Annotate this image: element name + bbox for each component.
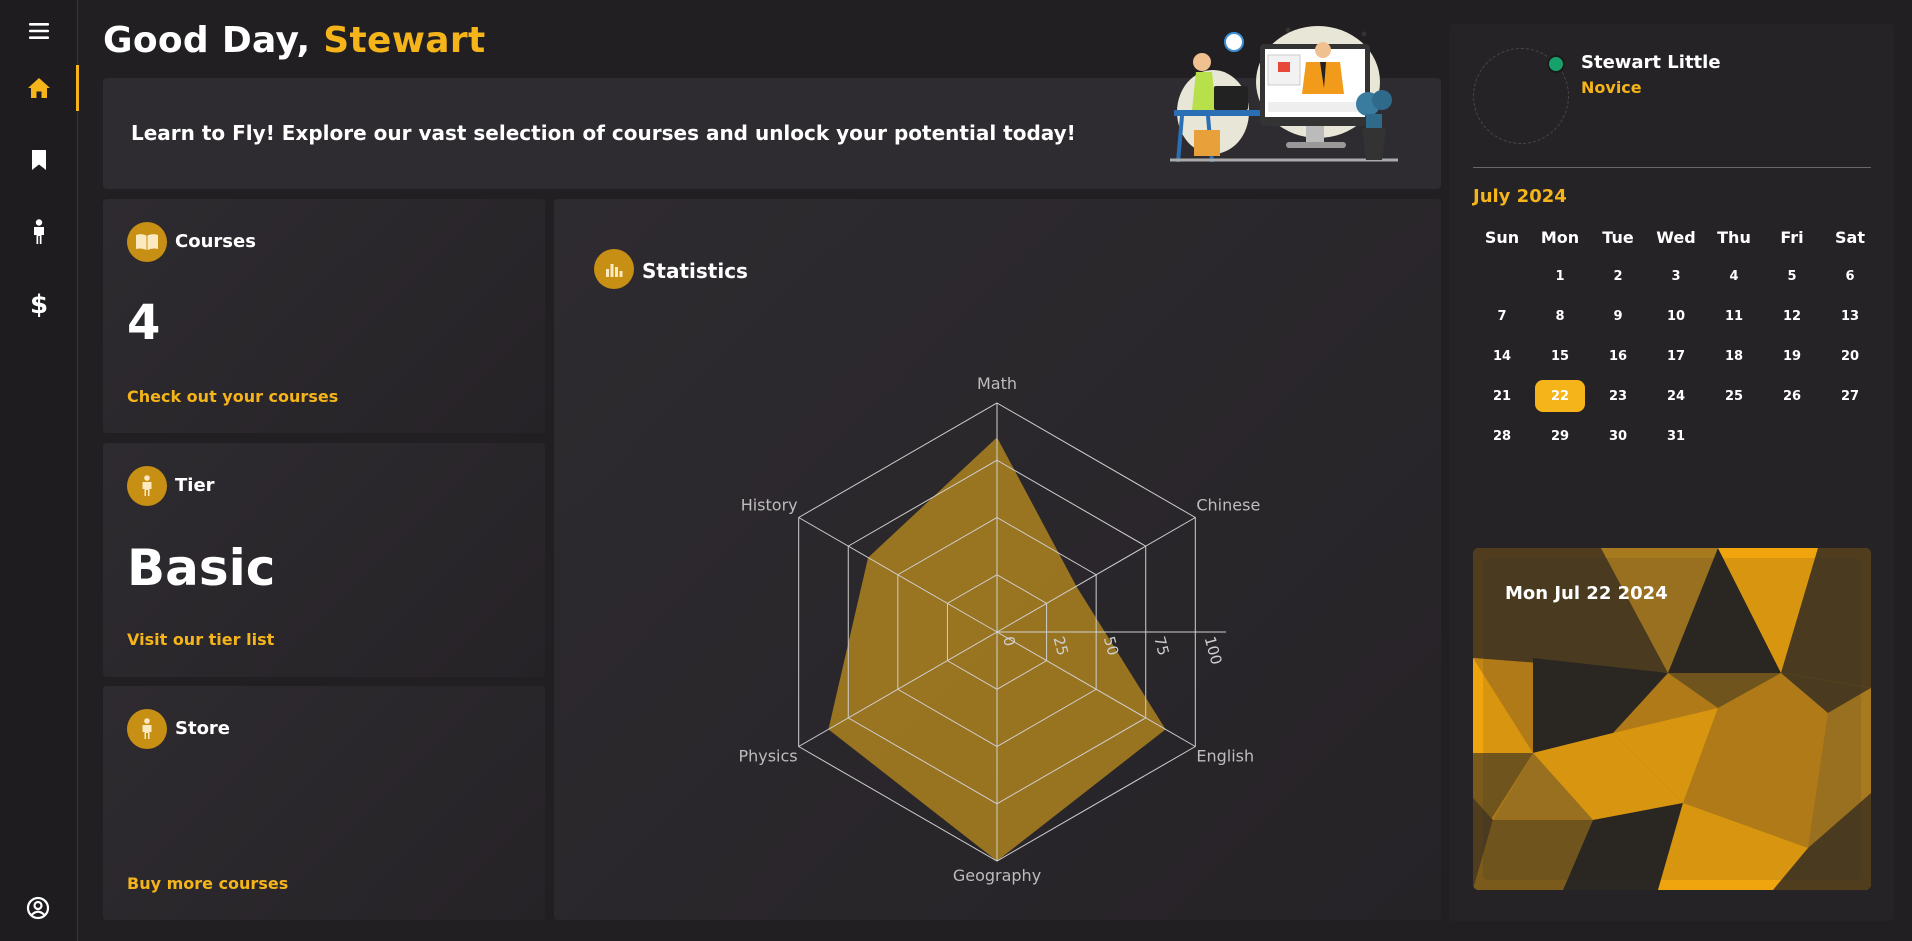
calendar-weekday: Sun bbox=[1484, 227, 1520, 247]
calendar-day[interactable]: 8 bbox=[1531, 296, 1589, 336]
home-icon bbox=[28, 78, 50, 98]
calendar-day[interactable]: 16 bbox=[1589, 336, 1647, 376]
buy-courses-link[interactable]: Buy more courses bbox=[127, 874, 288, 893]
tier-icon-badge bbox=[127, 466, 167, 506]
calendar-day[interactable]: 12 bbox=[1763, 296, 1821, 336]
calendar-day[interactable]: 30 bbox=[1589, 416, 1647, 456]
person-icon bbox=[142, 475, 152, 496]
calendar-day[interactable]: 17 bbox=[1647, 336, 1705, 376]
bookmark-icon bbox=[32, 150, 46, 170]
sidebar: $ bbox=[0, 0, 79, 941]
person-icon bbox=[142, 718, 152, 739]
divider bbox=[1473, 167, 1871, 168]
sidebar-item-pricing[interactable]: $ bbox=[0, 279, 78, 329]
tier-title: Tier bbox=[175, 475, 215, 496]
calendar-day[interactable]: 5 bbox=[1763, 256, 1821, 296]
calendar-weekday: Wed bbox=[1656, 227, 1696, 247]
menu-icon bbox=[29, 23, 49, 39]
store-card: Store Buy more courses bbox=[103, 686, 545, 920]
store-title: Store bbox=[175, 718, 231, 739]
profile-panel: Stewart Little Novice July 2024 Sun Mon Tu… bbox=[1449, 24, 1894, 921]
greeting-text: Good Day, bbox=[103, 20, 311, 61]
calendar-weekday: Fri bbox=[1780, 227, 1804, 247]
radar-category-label: English bbox=[1196, 747, 1254, 766]
calendar-weekday: Thu bbox=[1717, 227, 1751, 247]
calendar-day[interactable]: 19 bbox=[1763, 336, 1821, 376]
radar-category-label: Math bbox=[977, 374, 1017, 393]
courses-icon-badge bbox=[127, 222, 167, 262]
statistics-card: Statistics 0 25 50 75 100 Math Chinese English G… bbox=[554, 199, 1441, 920]
calendar-day[interactable]: 13 bbox=[1821, 296, 1879, 336]
calendar-day[interactable]: 25 bbox=[1705, 376, 1763, 416]
store-icon-badge bbox=[127, 709, 167, 749]
menu-button[interactable] bbox=[0, 6, 78, 56]
calendar-day[interactable]: 7 bbox=[1473, 296, 1531, 336]
calendar-day[interactable]: 18 bbox=[1705, 336, 1763, 376]
radar-category-label: History bbox=[741, 496, 798, 515]
calendar-day[interactable]: 2 bbox=[1589, 256, 1647, 296]
calendar-day[interactable]: 27 bbox=[1821, 376, 1879, 416]
courses-card: Courses 4 Check out your courses bbox=[103, 199, 545, 433]
courses-count: 4 bbox=[127, 295, 161, 351]
calendar-day[interactable]: 21 bbox=[1473, 376, 1531, 416]
online-class-illustration bbox=[1170, 26, 1398, 163]
sidebar-item-bookmarks[interactable] bbox=[0, 135, 78, 185]
radar-tick-label: 100 bbox=[1201, 634, 1226, 666]
calendar-day[interactable]: 10 bbox=[1647, 296, 1705, 336]
calendar-day-selected[interactable]: 22 bbox=[1531, 376, 1589, 416]
profile-rank: Novice bbox=[1581, 78, 1642, 97]
account-button[interactable] bbox=[26, 896, 50, 924]
profile-name: Stewart Little bbox=[1581, 52, 1721, 73]
calendar-day[interactable]: 24 bbox=[1647, 376, 1705, 416]
tier-list-link[interactable]: Visit our tier list bbox=[127, 630, 274, 649]
dollar-icon: $ bbox=[30, 290, 48, 318]
greeting-user-name: Stewart bbox=[323, 20, 486, 61]
calendar-day[interactable]: 29 bbox=[1531, 416, 1589, 456]
calendar-day[interactable]: 14 bbox=[1473, 336, 1531, 376]
calendar-weekday: Mon bbox=[1540, 227, 1580, 247]
tier-card: Tier Basic Visit our tier list bbox=[103, 443, 545, 677]
calendar-day[interactable]: 15 bbox=[1531, 336, 1589, 376]
radar-tick-label: 75 bbox=[1150, 634, 1172, 657]
calendar-day[interactable]: 28 bbox=[1473, 416, 1531, 456]
radar-category-label: Geography bbox=[953, 866, 1041, 885]
calendar-day[interactable]: 9 bbox=[1589, 296, 1647, 336]
calendar-weekday: Sat bbox=[1835, 227, 1865, 247]
banner-text: Learn to Fly! Explore our vast selection… bbox=[131, 121, 1076, 145]
radar-category-label: Chinese bbox=[1196, 496, 1260, 515]
user-circle-icon bbox=[26, 896, 50, 920]
calendar-day[interactable]: 23 bbox=[1589, 376, 1647, 416]
calendar-day[interactable]: 1 bbox=[1531, 256, 1589, 296]
online-status-indicator bbox=[1547, 55, 1565, 73]
page-title: Good Day, Stewart bbox=[103, 20, 485, 61]
calendar-day[interactable]: 6 bbox=[1821, 256, 1879, 296]
radar-chart: 0 25 50 75 100MathChineseEnglishGeographyPhy… bbox=[738, 374, 1260, 885]
open-book-icon bbox=[136, 234, 158, 250]
calendar-day[interactable]: 3 bbox=[1647, 256, 1705, 296]
selected-date-label: Mon Jul 22 2024 bbox=[1505, 583, 1668, 604]
calendar-weekday: Tue bbox=[1602, 227, 1634, 247]
person-icon bbox=[34, 219, 44, 244]
calendar-day[interactable]: 4 bbox=[1705, 256, 1763, 296]
courses-title: Courses bbox=[175, 231, 256, 252]
calendar-empty-cell bbox=[1473, 256, 1531, 296]
check-courses-link[interactable]: Check out your courses bbox=[127, 387, 338, 406]
sidebar-item-home[interactable] bbox=[0, 63, 79, 113]
calendar-grid: Sun Mon Tue Wed Thu Fri Sat 1 2 3 4 5 6 7 8 9 10 11 12 13 14… bbox=[1473, 218, 1879, 456]
calendar-day[interactable]: 11 bbox=[1705, 296, 1763, 336]
calendar-day[interactable]: 20 bbox=[1821, 336, 1879, 376]
selected-date-card: Mon Jul 22 2024 bbox=[1473, 548, 1871, 890]
calendar-day[interactable]: 26 bbox=[1763, 376, 1821, 416]
tier-value: Basic bbox=[127, 539, 276, 597]
svg-text:$: $ bbox=[30, 290, 48, 318]
calendar-day[interactable]: 31 bbox=[1647, 416, 1705, 456]
radar-category-label: Physics bbox=[738, 747, 797, 766]
sidebar-item-person[interactable] bbox=[0, 207, 78, 257]
calendar-month: July 2024 bbox=[1473, 186, 1567, 207]
